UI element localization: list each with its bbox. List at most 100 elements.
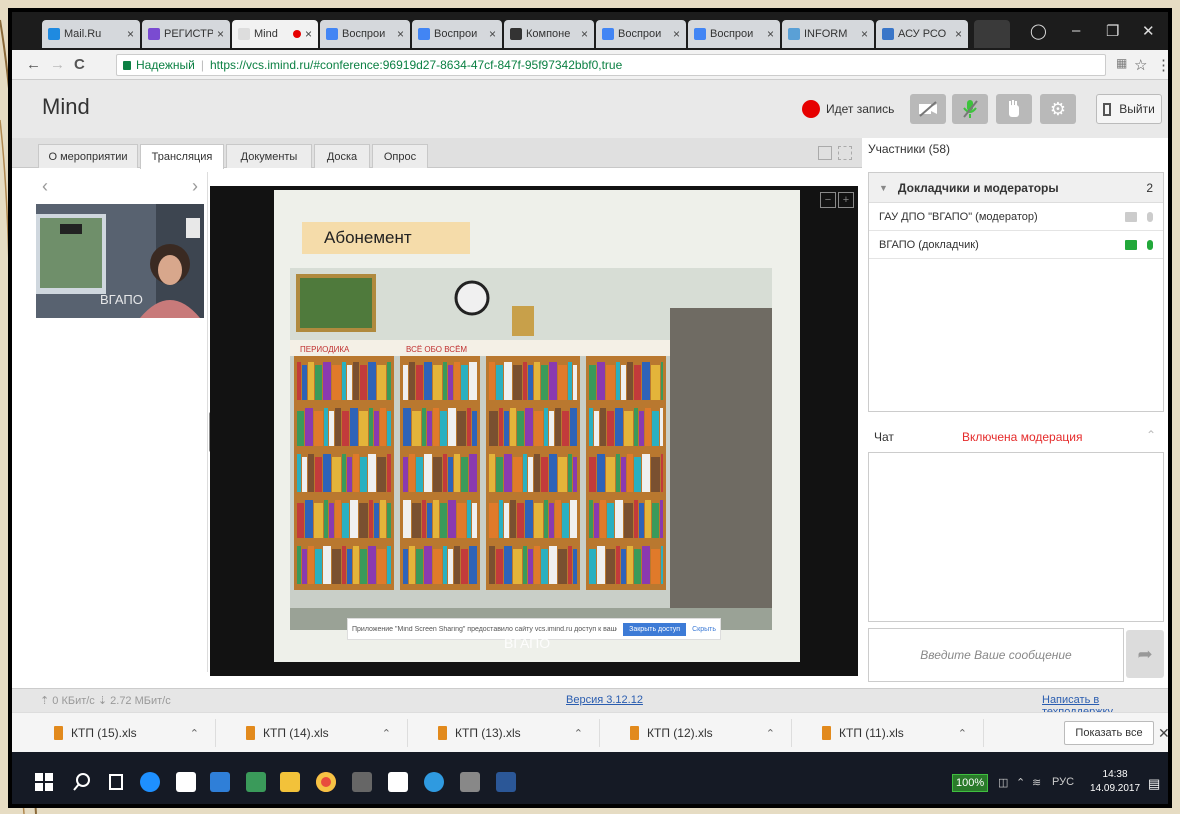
forward-icon[interactable]: → bbox=[50, 56, 65, 73]
mail-icon[interactable] bbox=[388, 772, 408, 792]
windows-start-icon[interactable] bbox=[34, 772, 54, 792]
chevron-up-icon[interactable]: ⌃ bbox=[766, 727, 775, 740]
app-icon[interactable] bbox=[246, 772, 266, 792]
chevron-up-icon[interactable]: ⌃ bbox=[382, 727, 391, 740]
tab-3[interactable]: Доска bbox=[314, 144, 370, 168]
raise-hand-button[interactable] bbox=[996, 94, 1032, 124]
profile-icon[interactable]: ◯ bbox=[1030, 22, 1047, 40]
chevron-up-icon[interactable]: ⌃ bbox=[958, 727, 967, 740]
browser-tab[interactable]: Воспрои × bbox=[320, 20, 410, 48]
browser-tab[interactable]: Компоне × bbox=[504, 20, 594, 48]
browser-tab[interactable]: РЕГИСТР × bbox=[142, 20, 230, 48]
tab-4[interactable]: Опрос bbox=[372, 144, 428, 168]
hide-notification-link[interactable]: Скрыть bbox=[692, 626, 716, 633]
settings-button[interactable]: ⚙ bbox=[1040, 94, 1076, 124]
zoom-in-icon[interactable]: + bbox=[838, 192, 854, 208]
minimize-icon[interactable]: – bbox=[1072, 22, 1080, 39]
menu-dots-icon[interactable]: ⋮ bbox=[1156, 56, 1168, 74]
show-all-button[interactable]: Показать все bbox=[1064, 721, 1154, 745]
reload-icon[interactable]: C bbox=[74, 56, 85, 73]
microphone-button[interactable] bbox=[952, 94, 988, 124]
chevron-up-icon[interactable]: ⌃ bbox=[574, 727, 583, 740]
excel-file-icon bbox=[438, 726, 447, 740]
edge-browser-icon[interactable] bbox=[140, 772, 160, 792]
video-camera-icon[interactable] bbox=[1125, 211, 1137, 222]
language-indicator[interactable]: РУС bbox=[1052, 776, 1074, 788]
calculator-icon[interactable] bbox=[352, 772, 372, 792]
microphone-status-icon[interactable] bbox=[1147, 211, 1153, 222]
close-tab-icon[interactable]: × bbox=[127, 27, 134, 41]
version-link[interactable]: Версия 3.12.12 bbox=[566, 694, 643, 706]
wifi-icon[interactable]: ≋ bbox=[1032, 776, 1041, 789]
download-item[interactable]: КТП (12).xls ⌃ bbox=[602, 719, 792, 747]
file-explorer-icon[interactable] bbox=[280, 772, 300, 792]
close-tab-icon[interactable]: × bbox=[861, 27, 868, 41]
url-field[interactable]: Надежный | https://vcs.imind.ru/#confere… bbox=[116, 54, 1106, 76]
close-tab-icon[interactable]: × bbox=[673, 27, 680, 41]
download-item[interactable]: КТП (13).xls ⌃ bbox=[410, 719, 600, 747]
word-icon[interactable] bbox=[496, 772, 516, 792]
book bbox=[645, 408, 651, 446]
close-tab-icon[interactable]: × bbox=[305, 27, 312, 41]
download-item[interactable]: КТП (14).xls ⌃ bbox=[218, 719, 408, 747]
video-camera-icon[interactable] bbox=[1125, 239, 1137, 250]
close-tab-icon[interactable]: × bbox=[581, 27, 588, 41]
chat-input[interactable]: Введите Ваше сообщение bbox=[868, 628, 1124, 682]
browser-tab[interactable]: АСУ РСО × bbox=[876, 20, 968, 48]
send-button[interactable]: ➦ bbox=[1126, 630, 1164, 678]
network-app-icon[interactable] bbox=[424, 772, 444, 792]
tab-0[interactable]: О мероприятии bbox=[38, 144, 138, 168]
notifications-icon[interactable]: ▤ bbox=[1148, 776, 1160, 792]
system-clock[interactable]: 14:38 14.09.2017 bbox=[1090, 768, 1140, 796]
back-icon[interactable]: ← bbox=[26, 56, 41, 73]
restore-icon[interactable]: ❐ bbox=[1106, 22, 1119, 40]
tab-1[interactable]: Трансляция bbox=[140, 144, 224, 169]
browser-tab[interactable]: Воспрои × bbox=[596, 20, 686, 48]
close-tab-icon[interactable]: × bbox=[397, 27, 404, 41]
task-view-icon[interactable] bbox=[106, 772, 126, 792]
chevron-up-icon[interactable]: ⌃ bbox=[1146, 428, 1156, 442]
search-icon[interactable] bbox=[72, 772, 92, 792]
bookmark-star-icon[interactable]: ☆ bbox=[1134, 56, 1147, 74]
store-icon[interactable] bbox=[176, 772, 196, 792]
close-window-icon[interactable]: ✕ bbox=[1142, 22, 1155, 40]
browser-tab[interactable]: Воспрои × bbox=[688, 20, 780, 48]
browser-tab[interactable]: Mind × bbox=[232, 20, 318, 48]
fullscreen-icon[interactable] bbox=[838, 146, 852, 160]
exit-button[interactable]: Выйти bbox=[1096, 94, 1162, 124]
chevron-left-icon[interactable]: ‹ bbox=[42, 176, 48, 197]
close-tab-icon[interactable]: × bbox=[955, 27, 962, 41]
layout-toggle-icon[interactable] bbox=[818, 146, 832, 160]
zoom-out-icon[interactable]: − bbox=[820, 192, 836, 208]
chevron-right-icon[interactable]: › bbox=[192, 176, 198, 197]
close-tab-icon[interactable]: × bbox=[217, 27, 224, 41]
tab-2[interactable]: Документы bbox=[226, 144, 312, 168]
close-tab-icon[interactable]: × bbox=[489, 27, 496, 41]
tray-expand-icon[interactable]: ⌃ bbox=[1016, 776, 1025, 789]
book bbox=[359, 503, 368, 538]
participant-video-thumbnail[interactable]: ВГАПО bbox=[36, 204, 204, 318]
chevron-up-icon[interactable]: ⌃ bbox=[190, 727, 199, 740]
participant-row[interactable]: ГАУ ДПО "ВГАПО" (модератор) bbox=[869, 203, 1163, 231]
network-icon[interactable]: ◫ bbox=[998, 776, 1008, 789]
close-downloads-icon[interactable]: ✕ bbox=[1158, 725, 1168, 742]
book bbox=[549, 546, 557, 584]
participant-group-header[interactable]: ▼ Докладчики и модераторы 2 bbox=[869, 173, 1163, 203]
browser-tab[interactable]: Mail.Ru × bbox=[42, 20, 140, 48]
stop-sharing-button[interactable]: Закрыть доступ bbox=[623, 622, 687, 636]
close-tab-icon[interactable]: × bbox=[767, 27, 774, 41]
media-player-icon[interactable] bbox=[210, 772, 230, 792]
browser-tab[interactable]: Воспрои × bbox=[412, 20, 502, 48]
new-tab-button[interactable] bbox=[974, 20, 1010, 48]
download-item[interactable]: КТП (11).xls ⌃ bbox=[794, 719, 984, 747]
microphone-status-icon[interactable] bbox=[1147, 239, 1153, 250]
download-item[interactable]: КТП (15).xls ⌃ bbox=[26, 719, 216, 747]
book bbox=[528, 365, 533, 400]
paint-icon[interactable] bbox=[460, 772, 480, 792]
participant-row[interactable]: ВГАПО (докладчик) bbox=[869, 231, 1163, 259]
browser-tab[interactable]: INFORM × bbox=[782, 20, 874, 48]
chrome-icon[interactable] bbox=[316, 772, 336, 792]
translate-icon[interactable]: ▦ bbox=[1116, 56, 1127, 70]
camera-off-button[interactable] bbox=[910, 94, 946, 124]
battery-indicator[interactable]: 100% bbox=[952, 774, 989, 792]
